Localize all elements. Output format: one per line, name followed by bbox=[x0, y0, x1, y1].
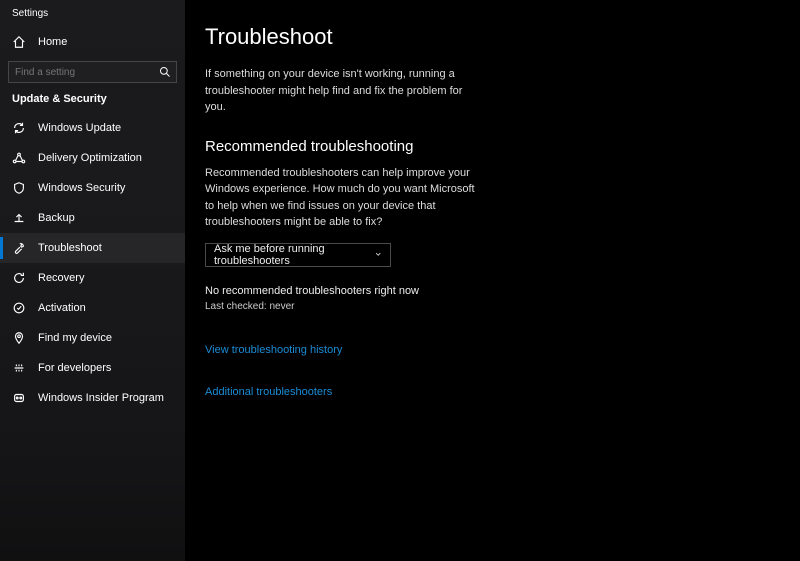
sidebar-item-label: Backup bbox=[38, 212, 75, 224]
sidebar-item-activation[interactable]: Activation bbox=[0, 293, 185, 323]
sidebar: Settings Home Update & Security Windows … bbox=[0, 0, 185, 561]
recommended-status: No recommended troubleshooters right now bbox=[205, 285, 800, 297]
sidebar-item-label: For developers bbox=[38, 362, 111, 374]
home-button[interactable]: Home bbox=[0, 27, 185, 57]
sidebar-section-title: Update & Security bbox=[0, 93, 185, 113]
find-device-icon bbox=[12, 331, 26, 345]
sidebar-item-windows-security[interactable]: Windows Security bbox=[0, 173, 185, 203]
sidebar-item-label: Troubleshoot bbox=[38, 242, 102, 254]
backup-icon bbox=[12, 211, 26, 225]
sidebar-item-label: Delivery Optimization bbox=[38, 152, 142, 164]
chevron-down-icon bbox=[374, 250, 382, 260]
sidebar-item-find-my-device[interactable]: Find my device bbox=[0, 323, 185, 353]
page-intro: If something on your device isn't workin… bbox=[205, 66, 465, 116]
sidebar-item-windows-update[interactable]: Windows Update bbox=[0, 113, 185, 143]
sidebar-item-label: Windows Insider Program bbox=[38, 392, 164, 404]
app-title: Settings bbox=[0, 8, 185, 27]
insider-icon bbox=[12, 391, 26, 405]
sidebar-item-recovery[interactable]: Recovery bbox=[0, 263, 185, 293]
sidebar-item-label: Windows Update bbox=[38, 122, 121, 134]
link-additional-troubleshooters[interactable]: Additional troubleshooters bbox=[205, 386, 332, 398]
sidebar-item-label: Recovery bbox=[38, 272, 84, 284]
link-troubleshooting-history[interactable]: View troubleshooting history bbox=[205, 344, 342, 356]
dropdown-value: Ask me before running troubleshooters bbox=[214, 243, 374, 267]
sidebar-item-troubleshoot[interactable]: Troubleshoot bbox=[0, 233, 185, 263]
sidebar-item-backup[interactable]: Backup bbox=[0, 203, 185, 233]
sidebar-item-delivery-optimization[interactable]: Delivery Optimization bbox=[0, 143, 185, 173]
last-checked: Last checked: never bbox=[205, 301, 800, 312]
refresh-icon bbox=[12, 121, 26, 135]
search-field[interactable] bbox=[8, 61, 177, 83]
sidebar-item-label: Windows Security bbox=[38, 182, 125, 194]
sidebar-item-label: Find my device bbox=[38, 332, 112, 344]
recommended-heading: Recommended troubleshooting bbox=[205, 138, 800, 155]
activation-icon bbox=[12, 301, 26, 315]
main-panel: Troubleshoot If something on your device… bbox=[185, 0, 800, 561]
sidebar-item-label: Activation bbox=[38, 302, 86, 314]
developers-icon bbox=[12, 361, 26, 375]
recovery-icon bbox=[12, 271, 26, 285]
home-label: Home bbox=[38, 36, 67, 48]
page-title: Troubleshoot bbox=[205, 24, 800, 50]
home-icon bbox=[12, 35, 26, 49]
recommended-dropdown[interactable]: Ask me before running troubleshooters bbox=[205, 243, 391, 267]
shield-icon bbox=[12, 181, 26, 195]
delivery-icon bbox=[12, 151, 26, 165]
search-input[interactable] bbox=[8, 61, 177, 83]
troubleshoot-icon bbox=[12, 241, 26, 255]
recommended-description: Recommended troubleshooters can help imp… bbox=[205, 165, 485, 231]
sidebar-item-for-developers[interactable]: For developers bbox=[0, 353, 185, 383]
sidebar-item-windows-insider[interactable]: Windows Insider Program bbox=[0, 383, 185, 413]
